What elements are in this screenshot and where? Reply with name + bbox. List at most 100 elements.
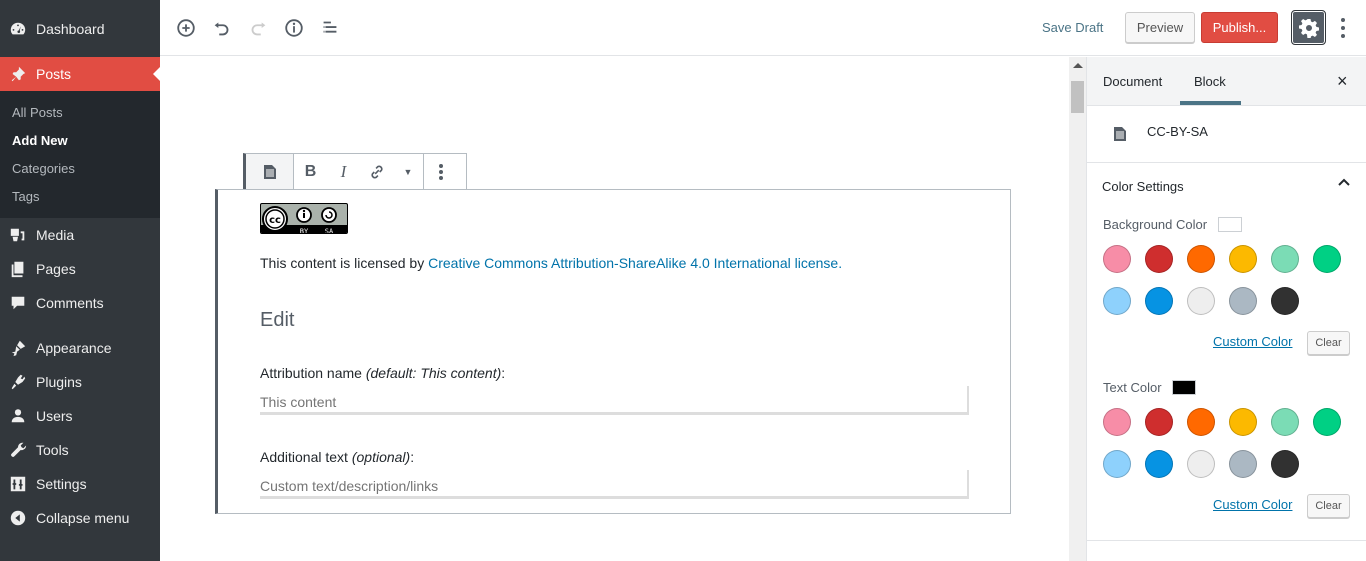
link-button[interactable] [360,154,393,189]
background-color-swatch[interactable] [1187,287,1215,315]
vertical-ellipsis-icon [438,163,443,180]
background-color-indicator [1218,217,1242,232]
background-color-swatch[interactable] [1103,245,1131,273]
close-icon: × [1337,71,1348,91]
bold-button[interactable]: B [294,154,327,189]
background-color-swatch[interactable] [1271,287,1299,315]
bold-icon: B [304,162,317,180]
additional-text-input[interactable] [260,470,969,499]
attribution-label-text: Attribution name [260,365,366,381]
redo-button[interactable] [246,16,270,40]
document-icon [1114,127,1126,141]
menu-item-appearance[interactable]: Appearance [0,331,160,365]
caret-down-icon: ▼ [403,166,413,177]
gear-icon [1298,18,1319,38]
more-formats-button[interactable]: ▼ [393,154,423,189]
chevron-up-icon[interactable] [1337,175,1351,189]
menu-item-posts[interactable]: Posts [0,57,160,91]
text-color-swatch[interactable] [1103,408,1131,436]
text-clear-button[interactable]: Clear [1307,494,1350,518]
menu-item-comments[interactable]: Comments [0,286,160,320]
scroll-up-arrow-icon[interactable] [1073,63,1083,68]
additional-label-text: Additional text [260,449,352,465]
background-color-swatch[interactable] [1187,245,1215,273]
text-color-swatch[interactable] [1145,408,1173,436]
submenu-add-new[interactable]: Add New [12,133,68,148]
italic-button[interactable]: I [327,154,360,189]
bg-clear-button[interactable]: Clear [1307,331,1350,355]
text-color-swatch[interactable] [1313,408,1341,436]
submenu-tags[interactable]: Tags [12,189,39,204]
text-custom-color-link[interactable]: Custom Color [1213,497,1292,512]
text-color-swatch[interactable] [1271,450,1299,478]
tab-block[interactable]: Block [1194,74,1226,89]
menu-item-pages[interactable]: Pages [0,252,160,286]
text-color-swatch[interactable] [1229,450,1257,478]
user-icon [0,407,36,425]
menu-item-plugins[interactable]: Plugins [0,365,160,399]
plus-circle-icon [177,19,195,37]
background-color-label: Background Color [1103,217,1208,232]
text-color-swatch[interactable] [1103,450,1131,478]
add-block-button[interactable] [174,16,198,40]
redo-icon [251,22,266,36]
list-icon [323,21,337,33]
menu-item-media[interactable]: Media [0,218,160,252]
block-card: CC-BY-SA [1087,106,1366,163]
document-icon [263,164,276,179]
admin-menu: Dashboard Posts All Posts Add New Catego… [0,0,160,561]
block-more-options-button[interactable] [424,154,457,189]
undo-button[interactable] [210,16,234,40]
brush-icon [0,339,36,357]
background-color-swatch[interactable] [1103,287,1131,315]
text-color-swatch[interactable] [1229,408,1257,436]
text-color-swatch[interactable] [1271,408,1299,436]
publish-button[interactable]: Publish... [1201,12,1278,43]
submenu-categories[interactable]: Categories [12,161,75,176]
text-color-swatch[interactable] [1187,408,1215,436]
tab-document[interactable]: Document [1103,74,1162,89]
menu-item-settings[interactable]: Settings [0,467,160,501]
scrollbar-thumb[interactable] [1071,81,1084,113]
menu-item-tools[interactable]: Tools [0,433,160,467]
dashboard-icon [0,20,36,38]
close-sidebar-button[interactable]: × [1337,71,1348,92]
block-name: CC-BY-SA [1147,124,1208,139]
color-settings-toggle[interactable]: Color Settings [1102,179,1184,194]
menu-item-users[interactable]: Users [0,399,160,433]
background-color-swatch[interactable] [1145,245,1173,273]
preview-button[interactable]: Preview [1125,12,1195,43]
menu-label: Plugins [36,374,82,390]
attribution-name-input[interactable] [260,386,969,415]
license-link[interactable]: Creative Commons Attribution-ShareAlike … [428,255,842,271]
background-color-swatch[interactable] [1229,287,1257,315]
cc-license-block[interactable]: cc BY SA This content is licensed by Cre… [215,189,1011,514]
submenu-all-posts[interactable]: All Posts [12,105,63,120]
format-controls: B I ▼ [294,154,424,189]
text-color-indicator [1172,380,1196,395]
save-draft-button[interactable]: Save Draft [1042,20,1103,35]
editor-header: Save Draft Preview Publish... [160,0,1366,56]
more-menu-button[interactable] [1338,16,1348,40]
text-color-swatch[interactable] [1187,450,1215,478]
cc-logo-icon: cc BY SA [261,206,347,233]
background-color-swatch[interactable] [1271,245,1299,273]
block-type-button[interactable] [246,154,293,189]
active-tab-indicator [1180,101,1241,105]
background-color-swatch[interactable] [1313,245,1341,273]
bg-custom-color-link[interactable]: Custom Color [1213,334,1292,349]
background-color-swatch[interactable] [1229,245,1257,273]
collapse-icon [0,509,36,527]
background-color-swatch[interactable] [1145,287,1173,315]
editor-scrollbar[interactable] [1069,57,1086,561]
text-color-swatch[interactable] [1145,450,1173,478]
collapse-menu-button[interactable]: Collapse menu [0,501,160,535]
block-navigation-button[interactable] [318,16,342,40]
content-info-button[interactable] [282,16,306,40]
block-type-switcher[interactable] [246,154,294,189]
menu-item-dashboard[interactable]: Dashboard [0,12,160,46]
settings-toggle-button[interactable] [1291,10,1326,45]
menu-label: Users [36,408,73,424]
text-color-label: Text Color [1103,380,1162,395]
colon: : [501,365,506,381]
